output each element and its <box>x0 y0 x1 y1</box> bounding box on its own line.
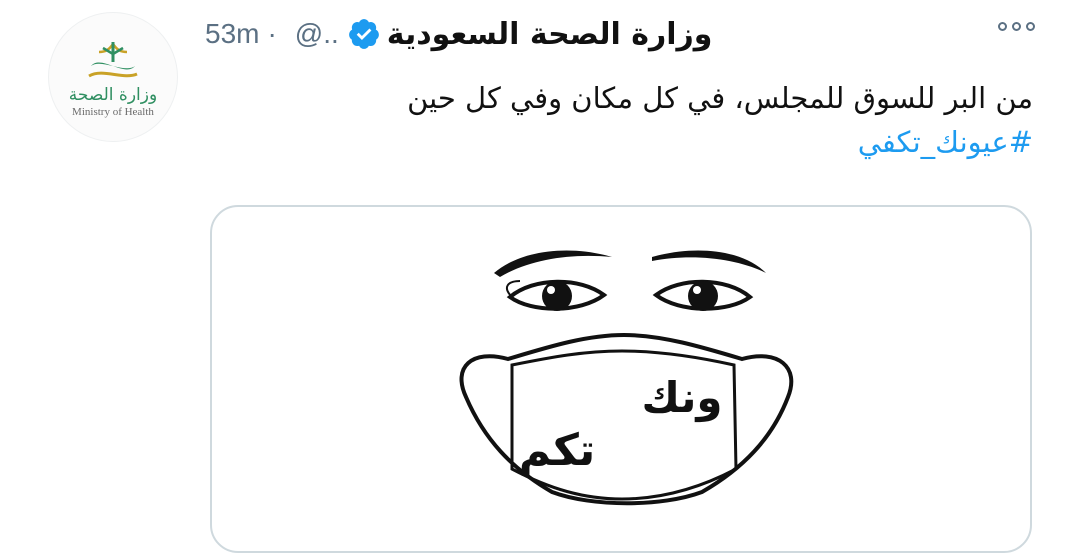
mask-illustration: ونك تكم <box>459 250 794 506</box>
mask-text-top: ونك <box>642 373 723 423</box>
verified-badge-icon <box>348 19 379 49</box>
tweet-header: وزارة الصحة السعودية @.. · 53m <box>205 14 1035 54</box>
tweet-media-image[interactable]: ونك تكم <box>210 205 1032 553</box>
display-name[interactable]: وزارة الصحة السعودية <box>387 17 713 52</box>
right-eye <box>652 279 754 311</box>
more-dot <box>1012 22 1021 31</box>
tweet-text: من البر للسوق للمجلس، في كل مكان وفي كل … <box>407 81 1033 115</box>
right-eyebrow <box>652 250 766 273</box>
more-dot <box>1026 22 1035 31</box>
separator-dot: · <box>267 18 277 49</box>
account-handle[interactable]: @.. <box>295 18 339 50</box>
avatar[interactable]: وزارة الصحة Ministry of Health <box>48 12 178 142</box>
logo-text-ar: وزارة الصحة <box>68 85 158 105</box>
more-options-icon[interactable] <box>998 22 1035 31</box>
tweet-body: من البر للسوق للمجلس، في كل مكان وفي كل … <box>233 76 1033 164</box>
hashtag-link[interactable]: #عيونك_تكفي <box>858 120 1033 164</box>
logo-text-en: Ministry of Health <box>72 106 154 118</box>
more-dot <box>998 22 1007 31</box>
left-eye <box>505 279 608 311</box>
left-eyebrow <box>494 250 612 277</box>
mask-text-bottom: تكم <box>519 425 596 476</box>
tweet-timestamp[interactable]: 53m <box>205 18 259 50</box>
ministry-logo-icon <box>88 42 138 78</box>
